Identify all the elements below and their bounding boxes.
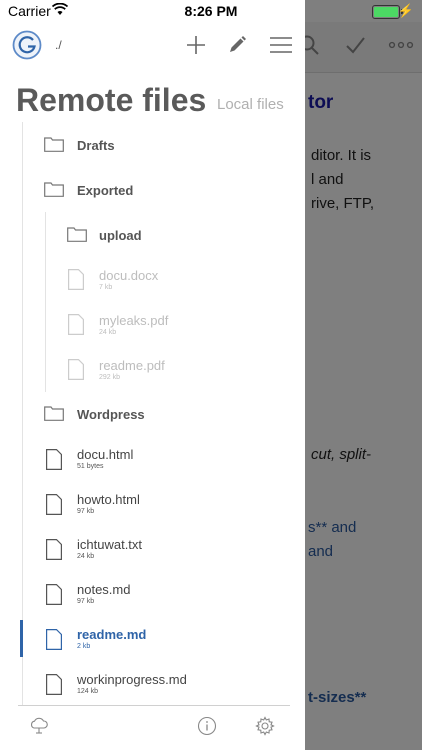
folder-icon <box>44 137 64 157</box>
app-logo-icon[interactable] <box>12 30 42 60</box>
file-icon <box>46 494 62 520</box>
file-size: 2 kb <box>77 643 91 650</box>
file-icon <box>46 584 62 610</box>
file-name: readme.pdf <box>99 358 165 373</box>
file-size: 124 kb <box>77 688 99 695</box>
file-icon <box>68 269 84 295</box>
folder-icon <box>67 227 87 247</box>
file-row[interactable]: notes.md 97 kb <box>0 571 305 616</box>
drawer-title-row: Remote files Local files <box>16 82 305 122</box>
file-size: 24 kb <box>77 553 95 560</box>
folder-name: Drafts <box>77 138 115 153</box>
file-row[interactable]: myleaks.pdf 24 kb <box>0 302 305 347</box>
drawer-bottom-bar <box>0 705 305 750</box>
cloud-icon[interactable] <box>28 715 50 737</box>
divider <box>18 705 290 706</box>
folder-row-drafts[interactable]: Drafts <box>0 122 305 167</box>
folder-row-exported[interactable]: Exported <box>0 167 305 212</box>
menu-icon[interactable] <box>268 32 294 58</box>
file-row[interactable]: docu.html 51 bytes <box>0 436 305 481</box>
file-row[interactable]: howto.html 97 kb <box>0 481 305 526</box>
folder-icon <box>44 182 64 202</box>
file-size: 292 kb <box>99 374 121 381</box>
charging-icon: ⚡ <box>397 3 414 18</box>
file-size: 7 kb <box>99 284 113 291</box>
file-icon <box>46 629 62 655</box>
file-name: ichtuwat.txt <box>77 537 143 552</box>
current-path: ./ <box>55 38 62 52</box>
file-row-selected[interactable]: readme.md 2 kb <box>0 616 305 661</box>
file-name: howto.html <box>77 492 140 507</box>
info-icon[interactable] <box>196 715 218 737</box>
add-icon[interactable] <box>183 32 209 58</box>
file-name: docu.docx <box>99 268 159 283</box>
file-size: 97 kb <box>77 598 95 605</box>
file-row[interactable]: workinprogress.md 124 kb <box>0 661 305 705</box>
file-size: 24 kb <box>99 329 117 336</box>
file-name: workinprogress.md <box>77 672 187 687</box>
file-drawer: ./ Remote files Local files Drafts Expor… <box>0 0 305 750</box>
file-size: 51 bytes <box>77 463 104 470</box>
file-icon <box>46 539 62 565</box>
file-row[interactable]: readme.pdf 292 kb <box>0 347 305 392</box>
file-icon <box>46 449 62 475</box>
folder-icon <box>44 406 64 426</box>
drawer-toolbar: ./ <box>0 22 305 72</box>
folder-name: Wordpress <box>77 407 145 422</box>
file-row[interactable]: ichtuwat.txt 24 kb <box>0 526 305 571</box>
file-size: 97 kb <box>77 508 95 515</box>
pencil-icon[interactable] <box>224 32 250 58</box>
file-row[interactable]: docu.docx 7 kb <box>0 257 305 302</box>
file-icon <box>68 314 84 340</box>
folder-name: upload <box>99 228 142 243</box>
file-name: docu.html <box>77 447 134 462</box>
folder-name: Exported <box>77 183 134 198</box>
file-icon <box>68 359 84 385</box>
file-tree: Drafts Exported upload docu.docx 7 kb my… <box>0 122 305 705</box>
file-name: readme.md <box>77 627 147 642</box>
status-time: 8:26 PM <box>184 3 238 19</box>
file-name: myleaks.pdf <box>99 313 169 328</box>
local-files-tab[interactable]: Local files <box>217 96 284 113</box>
file-name: notes.md <box>77 582 131 597</box>
remote-files-title[interactable]: Remote files <box>16 82 206 119</box>
gear-icon[interactable] <box>254 715 276 737</box>
folder-row-wordpress[interactable]: Wordpress <box>0 391 305 436</box>
folder-row-upload[interactable]: upload <box>0 212 305 257</box>
file-icon <box>46 674 62 700</box>
status-bar: Carrier 8:26 PM ⚡ <box>0 0 422 22</box>
selection-indicator <box>20 620 23 657</box>
battery-icon <box>372 5 400 19</box>
